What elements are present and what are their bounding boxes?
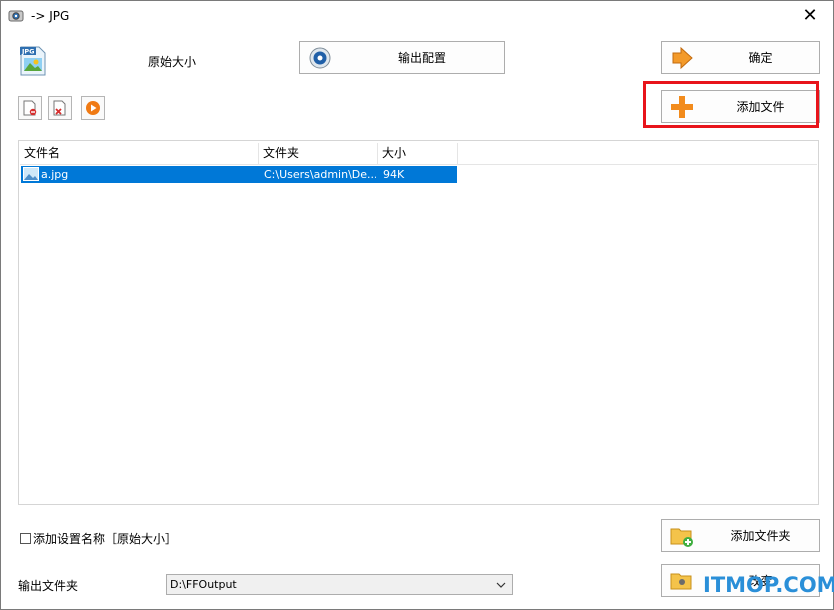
remove-icon [23,100,37,116]
title-bar: -> JPG ✕ [1,1,833,31]
add-folder-label: 添加文件夹 [730,529,791,543]
jpg-file-icon: JPG [20,46,46,76]
main-window: -> JPG ✕ JPG 原始大小 输出配置 确定 添加文件 文件名 文件夹 大… [0,0,834,610]
arrow-right-icon [672,46,693,69]
file-list[interactable]: 文件名 文件夹 大小 a.jpg C:\Users\admin\De... 94… [18,140,819,505]
remove-button[interactable] [18,96,42,120]
ok-label: 确定 [748,51,773,65]
window-title: -> JPG [31,9,70,23]
play-icon [86,101,100,115]
close-icon: ✕ [802,5,818,26]
watermark-text: ITMOP.COM [703,573,834,597]
file-size-cell: 94K [383,168,405,181]
add-setting-name-label: 添加设置名称［原始大小］ [33,532,178,546]
clear-list-button[interactable] [48,96,72,120]
column-header-size[interactable]: 大小 [378,143,458,164]
app-icon [8,10,24,22]
output-folder-select[interactable]: D:\FFOutput [166,574,513,595]
folder-add-icon [670,528,693,547]
add-setting-name-checkbox[interactable] [20,533,31,544]
column-header-folder[interactable]: 文件夹 [259,143,378,164]
file-list-header: 文件名 文件夹 大小 [20,143,817,165]
output-folder-label: 输出文件夹 [18,579,79,593]
gear-disc-icon [309,47,331,68]
jpg-badge-text: JPG [21,48,35,56]
output-folder-value: D:\FFOutput [170,578,237,591]
clear-list-icon [53,100,66,116]
size-label: 原始大小 [148,55,197,69]
add-setting-name-option[interactable]: 添加设置名称［原始大小］ [20,530,177,547]
image-file-icon [23,167,39,181]
ok-button[interactable]: 确定 [661,41,820,74]
output-config-button[interactable]: 输出配置 [299,41,505,74]
close-button[interactable]: ✕ [787,1,833,31]
table-row[interactable]: a.jpg C:\Users\admin\De... 94K [21,166,457,183]
column-header-name[interactable]: 文件名 [20,143,259,164]
folder-icon [670,573,692,589]
add-folder-button[interactable]: 添加文件夹 [661,519,820,552]
file-folder-cell: C:\Users\admin\De... [264,168,376,181]
file-name-cell: a.jpg [41,168,69,181]
output-config-label: 输出配置 [397,51,446,65]
highlight-box [643,81,819,128]
chevron-down-icon [496,582,506,588]
start-button[interactable] [81,96,105,120]
